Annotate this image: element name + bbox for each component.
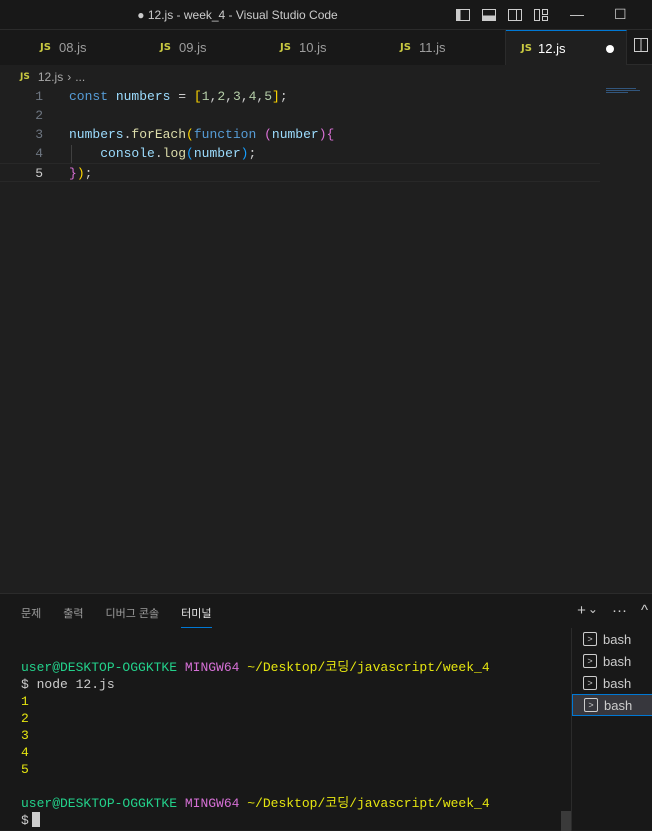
panel-actions: + ⌄ ··· ^ [577,602,648,619]
tab-terminal[interactable]: 터미널 [181,605,212,628]
toggle-secondary-sidebar-icon[interactable] [507,7,523,23]
terminal-output-line: 4 [21,745,29,760]
terminal-system: MINGW64 [184,796,240,811]
tab-debug-console[interactable]: 디버그 콘솔 [106,605,160,628]
toggle-primary-sidebar-icon[interactable] [455,7,471,23]
js-file-icon: JS [160,42,171,53]
line-number: 3 [35,127,43,142]
toggle-panel-icon[interactable] [481,7,497,23]
terminal-icon: > [583,676,597,690]
more-actions-icon[interactable]: ··· [612,602,627,619]
terminal-icon: > [584,698,598,712]
tab-11js[interactable]: JS 11.js [360,30,506,65]
code-editor[interactable]: 1 const numbers = [1,2,3,4,5]; 2 3 numbe… [0,87,652,592]
js-file-icon: JS [20,72,30,82]
line-number: 1 [35,89,43,104]
code-text: numbers.forEach(function (number){ [69,127,335,142]
js-file-icon: JS [280,42,291,53]
code-line: 1 const numbers = [1,2,3,4,5]; [0,87,600,106]
terminal-output-line: 1 [21,694,29,709]
maximize-button[interactable]: ☐ [614,6,627,23]
breadcrumb-file[interactable]: 12.js [38,70,63,84]
editor-tabs: JS 08.js JS 09.js JS 10.js JS 11.js JS 1… [0,30,652,65]
breadcrumb-more[interactable]: ... [75,70,85,84]
terminal-user: user@DESKTOP-OGGKTKE [21,796,178,811]
js-file-icon: JS [521,42,532,54]
terminal-scrollbar[interactable] [561,811,571,831]
terminal-user: user@DESKTOP-OGGKTKE [21,660,178,675]
terminal-output[interactable]: user@DESKTOP-OGGKTKE MINGW64 ~/Desktop/코… [21,659,490,829]
code-text: }); [69,166,93,181]
title-bar: ● 12.js - week_4 - Visual Studio Code — … [0,0,652,30]
add-terminal-icon[interactable]: + [577,602,586,619]
terminal-path: ~/Desktop/코딩/javascript/week_4 [247,660,490,675]
minimap[interactable] [606,88,646,96]
terminal-list-item-active[interactable]: > bash [572,694,652,716]
tab-label: 08.js [59,40,87,55]
chevron-down-icon[interactable]: ⌄ [588,602,598,619]
unsaved-dot-icon[interactable] [606,45,614,53]
terminal-output-line: 3 [21,728,29,743]
tab-problems[interactable]: 문제 [21,605,41,628]
line-number: 5 [35,166,43,181]
js-file-icon: JS [40,42,51,53]
code-line-current: 5 }); [0,163,600,182]
terminal-list-item[interactable]: > bash [572,650,652,672]
code-text: const numbers = [1,2,3,4,5]; [69,89,288,104]
terminal-command: node 12.js [36,677,115,692]
terminal-prompt: $ [21,677,29,692]
terminal-cursor [31,812,40,827]
terminal-list-item[interactable]: > bash [572,672,652,694]
tab-label: 12.js [538,40,566,56]
terminal-name: bash [603,631,632,647]
panel-tabs: 문제 출력 디버그 콘솔 터미널 [21,605,212,628]
tab-12js[interactable]: JS 12.js [506,30,627,65]
terminal-icon: > [583,654,597,668]
terminal-output-line: 2 [21,711,29,726]
collapse-panel-icon[interactable]: ^ [641,602,648,619]
chevron-right-icon: › [67,70,72,84]
tab-output[interactable]: 출력 [63,605,83,628]
terminal-list-item[interactable]: > bash [572,628,652,650]
terminal-icon: > [583,632,597,646]
code-line: 4 console.log(number); [0,144,600,163]
line-number: 2 [35,108,43,123]
terminal-system: MINGW64 [184,660,240,675]
terminal-name: bash [603,675,632,691]
breadcrumb: JS 12.js › ... [20,68,85,86]
code-line: 2 [0,106,600,125]
terminal-path: ~/Desktop/코딩/javascript/week_4 [247,796,490,811]
code-line: 3 numbers.forEach(function (number){ [0,125,600,144]
bottom-panel: 문제 출력 디버그 콘솔 터미널 + ⌄ ··· ^ user@DESKTOP-… [0,593,652,831]
tab-label: 09.js [179,40,207,55]
terminal-output-line: 5 [21,762,29,777]
terminal-prompt: $ [21,813,29,828]
line-number: 4 [35,146,43,161]
split-editor-icon[interactable] [634,38,648,55]
terminal-name: bash [603,653,632,669]
customize-layout-icon[interactable] [533,7,549,23]
terminal-name: bash [604,697,633,713]
minimize-button[interactable]: — [570,6,584,22]
terminal-list: > bash > bash > bash > bash [571,628,652,831]
tab-label: 10.js [299,40,327,55]
window-title: ● 12.js - week_4 - Visual Studio Code [137,8,338,22]
js-file-icon: JS [400,42,411,53]
layout-controls [455,7,549,23]
code-text: console.log(number); [100,146,257,161]
tab-label: 11.js [419,40,446,55]
